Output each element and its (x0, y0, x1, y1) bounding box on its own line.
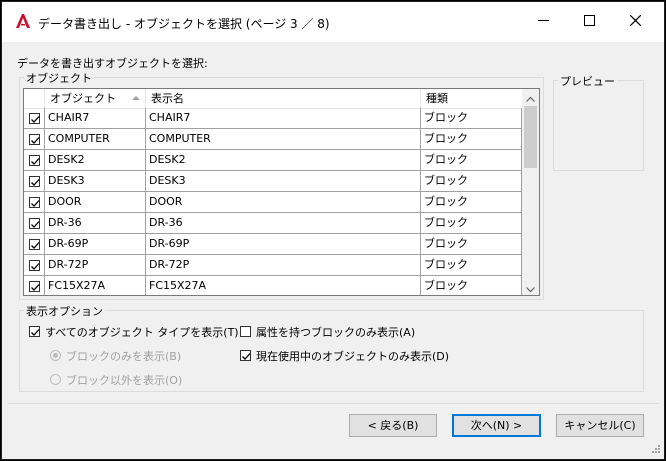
table-row[interactable]: DR-72P DR-72P ブロック (24, 255, 522, 276)
header-type-label: 種類 (426, 92, 448, 105)
blocks-only-label: ブロックのみを表示(B) (66, 350, 182, 363)
checkbox-checked-icon (29, 281, 40, 292)
autocad-a-icon (15, 13, 31, 29)
header-check-column[interactable] (24, 89, 45, 108)
checkbox-checked-icon (29, 326, 40, 337)
checkbox-checked-icon (29, 218, 40, 229)
cell-type: ブロック (421, 255, 522, 276)
cell-display-name: DOOR (146, 192, 421, 213)
cell-display-name: DR-36 (146, 213, 421, 234)
row-checkbox[interactable] (24, 129, 45, 150)
cell-display-name: DR-69P (146, 234, 421, 255)
checkbox-checked-icon (29, 176, 40, 187)
header-display-name[interactable]: 表示名 (146, 89, 421, 108)
list-scrollbar[interactable] (522, 89, 539, 295)
checkbox-checked-icon (29, 239, 40, 250)
radio-unselected-icon (50, 374, 61, 385)
show-all-types-label: すべてのオブジェクト タイプを表示(T) (45, 326, 239, 339)
cell-type: ブロック (421, 108, 522, 129)
row-checkbox[interactable] (24, 276, 45, 295)
cell-display-name: COMPUTER (146, 129, 421, 150)
cell-type: ブロック (421, 192, 522, 213)
close-button[interactable] (612, 2, 658, 42)
radio-selected-icon (50, 350, 61, 361)
table-row[interactable]: COMPUTER COMPUTER ブロック (24, 129, 522, 150)
table-row[interactable]: DOOR DOOR ブロック (24, 192, 522, 213)
title-bar[interactable]: データ書き出し - オブジェクトを選択 (ページ 3 ／ 8) (2, 2, 664, 42)
cell-object: DR-36 (45, 213, 146, 234)
checkbox-checked-icon (29, 197, 40, 208)
dialog-body: データを書き出すオブジェクトを選択: オブジェクト プレビュー オブジェクト 表… (2, 42, 664, 459)
object-list[interactable]: オブジェクト 表示名 種類 CHAIR7 CHAIR7 ブロック COMPUTER CO… (23, 88, 540, 296)
preview-groupbox (553, 80, 644, 171)
header-object[interactable]: オブジェクト (45, 89, 146, 108)
header-display-name-label: 表示名 (151, 92, 184, 105)
checkbox-unchecked-icon (240, 326, 251, 337)
cell-display-name: DESK3 (146, 171, 421, 192)
table-row[interactable]: DESK3 DESK3 ブロック (24, 171, 522, 192)
list-header: オブジェクト 表示名 種類 (24, 89, 522, 109)
preview-group-label: プレビュー (558, 73, 617, 89)
cell-type: ブロック (421, 213, 522, 234)
cell-object: COMPUTER (45, 129, 146, 150)
current-in-use-label: 現在使用中のオブジェクトのみ表示(D) (256, 350, 450, 363)
cell-object: DOOR (45, 192, 146, 213)
separator (8, 403, 658, 404)
checkbox-checked-icon (29, 155, 40, 166)
cell-type: ブロック (421, 234, 522, 255)
cell-display-name: CHAIR7 (146, 108, 421, 129)
minimize-button[interactable] (520, 2, 566, 42)
display-options-label: 表示オプション (24, 303, 105, 319)
window-title: データ書き出し - オブジェクトを選択 (ページ 3 ／ 8) (38, 17, 330, 31)
maximize-button[interactable] (566, 2, 612, 42)
cell-type: ブロック (421, 150, 522, 171)
table-row[interactable]: DR-36 DR-36 ブロック (24, 213, 522, 234)
row-checkbox[interactable] (24, 234, 45, 255)
cancel-button[interactable]: キャンセル(C) (556, 414, 644, 437)
minimize-icon (537, 15, 549, 29)
cell-object: DESK3 (45, 171, 146, 192)
cell-type: ブロック (421, 129, 522, 150)
row-checkbox[interactable] (24, 213, 45, 234)
attributes-only-label: 属性を持つブロックのみ表示(A) (256, 326, 416, 339)
non-blocks-label: ブロック以外を表示(O) (66, 374, 183, 387)
cell-object: DR-69P (45, 234, 146, 255)
objects-group-label: オブジェクト (24, 70, 94, 86)
row-checkbox[interactable] (24, 150, 45, 171)
header-object-label: オブジェクト (50, 92, 116, 105)
checkbox-checked-icon (29, 260, 40, 271)
cell-display-name: DESK2 (146, 150, 421, 171)
checkbox-checked-icon (29, 113, 40, 124)
resize-grip-icon[interactable] (649, 444, 661, 459)
checkbox-checked-icon (240, 350, 251, 361)
scroll-thumb[interactable] (524, 106, 537, 168)
back-button[interactable]: < 戻る(B) (349, 414, 437, 437)
close-icon (629, 14, 641, 29)
maximize-icon (583, 15, 595, 29)
next-button[interactable]: 次へ(N) > (452, 414, 541, 437)
scroll-up-icon[interactable] (526, 93, 535, 106)
table-row[interactable]: FC15X27A FC15X27A ブロック (24, 276, 522, 295)
row-checkbox[interactable] (24, 192, 45, 213)
row-checkbox[interactable] (24, 255, 45, 276)
scroll-down-icon[interactable] (526, 283, 535, 295)
cell-type: ブロック (421, 276, 522, 295)
dialog-window: データ書き出し - オブジェクトを選択 (ページ 3 ／ 8) データを書き出す… (1, 1, 665, 460)
row-checkbox[interactable] (24, 108, 45, 129)
cell-display-name: DR-72P (146, 255, 421, 276)
table-row[interactable]: DESK2 DESK2 ブロック (24, 150, 522, 171)
prompt-label: データを書き出すオブジェクトを選択: (17, 57, 208, 70)
cell-object: DESK2 (45, 150, 146, 171)
table-row[interactable]: CHAIR7 CHAIR7 ブロック (24, 108, 522, 129)
row-checkbox[interactable] (24, 171, 45, 192)
cell-display-name: FC15X27A (146, 276, 421, 295)
cell-object: FC15X27A (45, 276, 146, 295)
cell-object: DR-72P (45, 255, 146, 276)
header-type[interactable]: 種類 (421, 89, 522, 108)
table-row[interactable]: DR-69P DR-69P ブロック (24, 234, 522, 255)
cell-type: ブロック (421, 171, 522, 192)
cell-object: CHAIR7 (45, 108, 146, 129)
checkbox-checked-icon (29, 134, 40, 145)
